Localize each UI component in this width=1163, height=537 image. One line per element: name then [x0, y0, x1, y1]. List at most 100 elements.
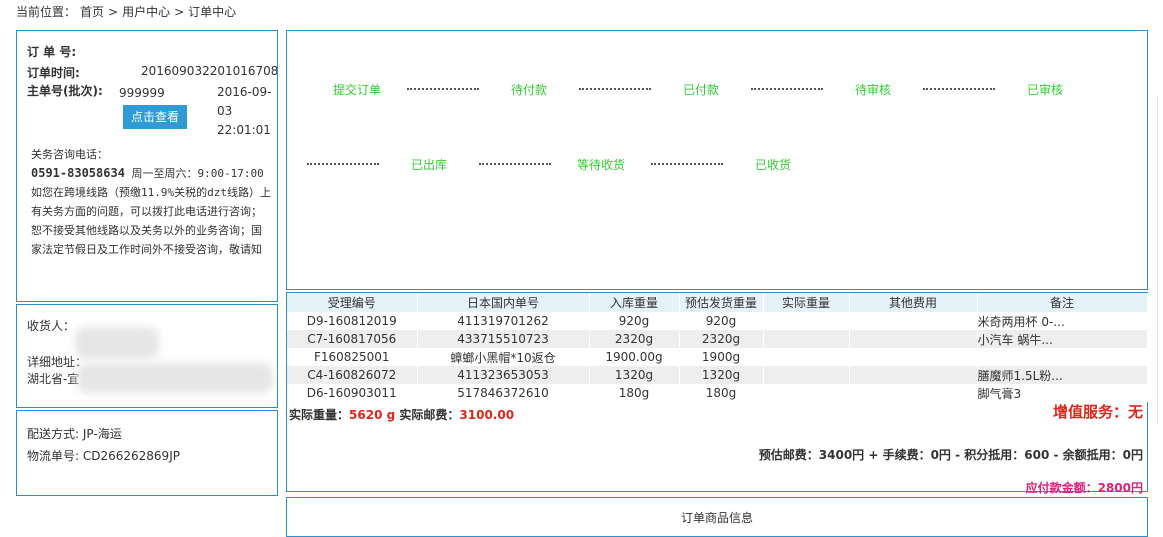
table-cell: 1900.00g: [589, 348, 680, 366]
table-cell: D9-160812019: [287, 312, 418, 330]
table-cell: 180g: [589, 384, 680, 402]
order-goods-panel: 订单商品信息: [286, 497, 1148, 537]
column-header: 备注: [977, 293, 1148, 312]
table-cell: D6-160903011: [287, 384, 418, 402]
redacted-name: [75, 327, 159, 359]
step-connector: [479, 163, 551, 165]
order-time-value: 201609032201016708: [141, 64, 278, 78]
consult-notice: 如您在跨境线路（预缴11.9%关税的dzt线路）上有关务方面的问题，可以拨打此电…: [31, 186, 271, 256]
order-info-panel: 订 单 号: 订单时间: 201609032201016708 主单号(批次):…: [16, 30, 278, 302]
column-header: 实际重量: [763, 293, 850, 312]
breadcrumb-user-center-link[interactable]: 用户中心: [122, 5, 170, 19]
table-cell: [849, 384, 978, 402]
main-number-value: 999999: [119, 86, 165, 100]
table-cell: [849, 348, 978, 366]
table-cell: 920g: [679, 312, 764, 330]
step-connector: [751, 88, 823, 90]
parcels-panel: 受理编号 日本国内单号 入库重量 预估发货重量 实际重量 其他费用 备注 D9-…: [286, 292, 1148, 495]
shipping-method: 配送方式: JP-海运: [27, 427, 122, 441]
table-cell: [977, 348, 1148, 366]
table-cell: [763, 312, 850, 330]
table-row: F160825001 蟑螂小黑帽*10返仓 1900.00g 1900g: [287, 348, 1148, 366]
order-date-value: 2016-09-03 22:01:01: [217, 85, 272, 137]
tracking-number: 物流单号: CD266262869JP: [27, 449, 180, 463]
redacted-address: [77, 363, 273, 393]
table-cell: 180g: [679, 384, 764, 402]
table-cell: 米奇两用杯 0-...: [977, 312, 1148, 330]
breadcrumb-current: 订单中心: [188, 5, 237, 19]
breadcrumb: 当前位置： 首页 > 用户中心 > 订单中心: [16, 3, 240, 20]
step-pending-payment: 待付款: [511, 83, 548, 97]
table-cell: 411319701262: [417, 312, 590, 330]
table-cell: [849, 366, 978, 384]
column-header: 入库重量: [589, 293, 680, 312]
breadcrumb-home-link[interactable]: 首页: [80, 5, 104, 19]
column-header: 受理编号: [287, 293, 418, 312]
table-cell: 411323653053: [417, 366, 590, 384]
table-cell: 2320g: [679, 330, 764, 348]
order-status-panel: 提交订单 待付款 已付款 待审核 已审核 已出库 等待收货 已收货: [286, 30, 1148, 290]
table-row: D9-160812019 411319701262 920g 920g 米奇两用…: [287, 312, 1148, 330]
table-cell: 小汽车 蜗牛...: [977, 330, 1148, 348]
step-pending-review: 待审核: [855, 83, 892, 97]
table-cell: C4-160826072: [287, 366, 418, 384]
consult-title: 关务咨询电话：: [31, 148, 108, 161]
step-connector: [923, 88, 995, 90]
consult-hours: 周一至周六：9:00-17:00: [131, 167, 264, 180]
table-cell: [763, 348, 850, 366]
goods-title: 订单商品信息: [680, 511, 753, 525]
breadcrumb-separator: >: [108, 5, 119, 19]
order-number-label: 订 单 号:: [27, 45, 77, 59]
value-added-service: 增值服务：无: [1052, 403, 1143, 421]
table-cell: [763, 366, 850, 384]
table-row: D6-160903011 517846372610 180g 180g 脚气膏3: [287, 384, 1148, 402]
table-cell: 1900g: [679, 348, 764, 366]
breadcrumb-prefix: 当前位置：: [16, 5, 77, 19]
step-shipped-out: 已出库: [411, 158, 448, 172]
step-connector: [651, 163, 723, 165]
column-header: 其他费用: [849, 293, 978, 312]
scrollbar-edge[interactable]: [1157, 95, 1163, 425]
table-cell: 2320g: [589, 330, 680, 348]
actual-postage-value: 3100.00: [459, 408, 515, 422]
consult-phone: 0591-83058634: [31, 166, 125, 180]
actual-weight-value: 5620 g: [349, 408, 396, 422]
step-connector: [307, 163, 379, 165]
table-cell: 脚气膏3: [977, 384, 1148, 402]
estimate-breakdown: 预估邮费：3400円 + 手续费：0円 - 积分抵用：600 - 余额抵用：0円: [758, 448, 1143, 462]
step-reviewed: 已审核: [1027, 83, 1064, 97]
table-cell: C7-160817056: [287, 330, 418, 348]
table-cell: 517846372610: [417, 384, 590, 402]
table-cell: 1320g: [589, 366, 680, 384]
customs-consult-info: 关务咨询电话： 0591-83058634 周一至周六：9:00-17:00 如…: [31, 145, 271, 259]
table-header-row: 受理编号 日本国内单号 入库重量 预估发货重量 实际重量 其他费用 备注: [287, 293, 1148, 312]
actual-postage-label: 实际邮费：: [399, 408, 460, 422]
table-cell: 433715510723: [417, 330, 590, 348]
address-province: 湖北省-宜: [27, 372, 80, 386]
table-cell: [763, 384, 850, 402]
step-received: 已收货: [755, 158, 792, 172]
table-cell: [763, 330, 850, 348]
parcels-table: 受理编号 日本国内单号 入库重量 预估发货重量 实际重量 其他费用 备注 D9-…: [287, 293, 1148, 402]
recipient-panel: 收货人： 详细地址： 湖北省-宜: [16, 304, 278, 408]
actual-weight-label: 实际重量：: [289, 408, 350, 422]
recipient-label: 收货人：: [27, 319, 76, 333]
payable-amount: 应付款金额：2800円: [1025, 481, 1143, 495]
step-connector: [579, 88, 651, 90]
table-row: C4-160826072 411323653053 1320g 1320g 膳魔…: [287, 366, 1148, 384]
step-connector: [407, 88, 479, 90]
table-cell: F160825001: [287, 348, 418, 366]
column-header: 日本国内单号: [417, 293, 590, 312]
step-paid: 已付款: [683, 83, 720, 97]
view-button[interactable]: 点击查看: [123, 105, 187, 129]
shipping-panel: 配送方式: JP-海运 物流单号: CD266262869JP: [16, 410, 278, 496]
table-cell: [849, 330, 978, 348]
table-cell: 膳魔师1.5L粉...: [977, 366, 1148, 384]
step-awaiting-receipt: 等待收货: [577, 158, 626, 172]
column-header: 预估发货重量: [679, 293, 764, 312]
step-submit-order: 提交订单: [333, 83, 382, 97]
table-cell: [849, 312, 978, 330]
table-cell: 1320g: [679, 366, 764, 384]
table-cell: 蟑螂小黑帽*10返仓: [417, 348, 590, 366]
table-row: C7-160817056 433715510723 2320g 2320g 小汽…: [287, 330, 1148, 348]
